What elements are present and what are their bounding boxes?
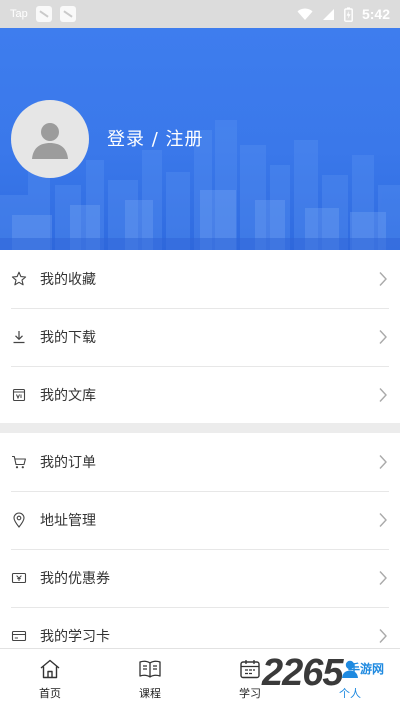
download-icon <box>11 329 27 345</box>
status-time: 5:42 <box>361 6 390 22</box>
signal-icon <box>322 8 334 20</box>
menu-item-label: 我的文库 <box>40 388 96 404</box>
calendar-icon <box>240 660 260 679</box>
tab-home[interactable]: 首页 <box>0 649 100 711</box>
tab-label: 学习 <box>239 687 261 700</box>
notification-icon <box>59 6 76 22</box>
chevron-right-icon <box>379 330 387 344</box>
menu-item-orders[interactable]: 我的订单 <box>0 433 400 491</box>
menu-item-label: 地址管理 <box>40 513 96 529</box>
coupon-icon <box>11 570 27 586</box>
menu-group-account: 我的收藏 我的下载 我的文库 <box>0 250 400 423</box>
tab-label: 首页 <box>39 687 61 700</box>
menu-item-label: 我的优惠券 <box>40 571 110 587</box>
chevron-right-icon <box>379 455 387 469</box>
tab-label: 课程 <box>139 687 161 700</box>
avatar[interactable] <box>11 100 89 178</box>
cart-icon <box>11 454 27 470</box>
chevron-right-icon <box>379 571 387 585</box>
notification-icon <box>35 6 52 22</box>
status-app-label: Tap <box>10 8 28 20</box>
library-icon <box>11 387 27 403</box>
profile-header: 登录 / 注册 <box>0 28 400 250</box>
watermark-site: 手游网 <box>348 662 385 676</box>
login-register-link[interactable]: 登录 / 注册 <box>107 125 204 151</box>
menu-item-downloads[interactable]: 我的下载 <box>0 308 400 366</box>
status-bar: Tap 5:42 <box>0 0 400 28</box>
menu-item-library[interactable]: 我的文库 <box>0 366 400 424</box>
chevron-right-icon <box>379 272 387 286</box>
menu-item-study-card[interactable]: 我的学习卡 <box>0 607 400 648</box>
menu-item-label: 我的下载 <box>40 330 96 346</box>
book-icon <box>139 660 161 678</box>
chevron-right-icon <box>379 629 387 643</box>
menu-item-label: 我的订单 <box>40 455 96 471</box>
menu-item-label: 我的收藏 <box>40 272 96 288</box>
menu-item-label: 我的学习卡 <box>40 629 110 645</box>
menu-group-commerce: 我的订单 地址管理 我的优惠券 我的学习卡 <box>0 433 400 648</box>
menu-item-favorites[interactable]: 我的收藏 <box>0 250 400 308</box>
wifi-icon <box>297 8 313 20</box>
watermark-number: 2265 <box>262 652 344 694</box>
default-avatar-icon <box>32 123 68 159</box>
battery-icon <box>344 6 353 22</box>
site-watermark: 2265 手游网 <box>262 652 400 702</box>
tab-courses[interactable]: 课程 <box>100 649 200 711</box>
menu-item-address[interactable]: 地址管理 <box>0 491 400 549</box>
menu-item-coupons[interactable]: 我的优惠券 <box>0 549 400 607</box>
star-icon <box>11 271 27 287</box>
chevron-right-icon <box>379 388 387 402</box>
home-icon <box>40 659 60 679</box>
location-pin-icon <box>11 512 27 528</box>
chevron-right-icon <box>379 513 387 527</box>
card-icon <box>11 628 27 644</box>
